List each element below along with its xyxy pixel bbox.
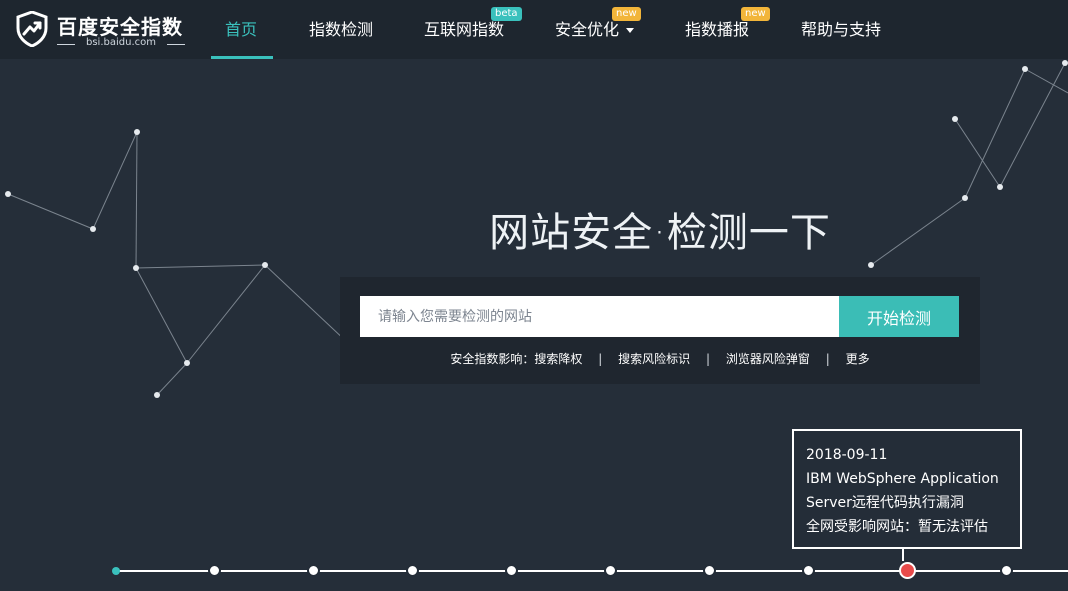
logo-domain-text: bsi.baidu.com — [57, 37, 185, 48]
impact-link-more[interactable]: 更多 — [846, 352, 870, 366]
timeline-dot[interactable] — [505, 564, 518, 577]
beta-badge: beta — [491, 7, 522, 21]
tooltip-impact-value: 暂无法评估 — [918, 519, 988, 535]
nav-active-indicator — [211, 56, 273, 59]
vulnerability-tooltip: 2018-09-11 IBM WebSphere Application Ser… — [792, 429, 1022, 561]
shield-icon — [16, 11, 48, 47]
hero-title: 网站安全·检测一下 — [489, 210, 831, 256]
tooltip-impact-label: 全网受影响网站： — [806, 519, 918, 535]
tooltip-pointer — [902, 547, 904, 561]
tooltip-title-line-2: Server远程代码执行漏洞 — [806, 495, 964, 511]
site-logo[interactable]: 百度安全指数 bsi.baidu.com — [16, 9, 188, 51]
nav-item-index-check[interactable]: 指数检测 — [309, 0, 373, 59]
timeline-track — [116, 570, 1068, 572]
timeline-dot[interactable] — [604, 564, 617, 577]
impact-prefix: 安全指数影响： — [450, 352, 535, 366]
nav-item-home[interactable]: 首页 — [225, 0, 257, 59]
start-check-button[interactable]: 开始检测 — [839, 296, 959, 337]
new-badge: new — [612, 7, 641, 21]
link-separator: | — [598, 352, 603, 366]
page: 百度安全指数 bsi.baidu.com 首页 指数检测 互联网指数 beta … — [0, 0, 1068, 591]
website-search-input[interactable] — [360, 296, 839, 337]
timeline-dot-active[interactable] — [899, 562, 916, 579]
timeline-start-dot — [112, 567, 120, 575]
timeline-dot[interactable] — [307, 564, 320, 577]
logo-brand-text: 百度安全指数 — [57, 15, 183, 39]
chevron-down-icon — [626, 28, 634, 33]
top-navbar: 百度安全指数 bsi.baidu.com 首页 指数检测 互联网指数 beta … — [0, 0, 1068, 59]
impact-link-search-demotion[interactable]: 搜索降权 — [534, 352, 582, 366]
search-panel: 开始检测 安全指数影响：搜索降权 | 搜索风险标识 | 浏览器风险弹窗 | 更多 — [340, 277, 980, 384]
timeline-dot[interactable] — [208, 564, 221, 577]
tooltip-date: 2018-09-11 — [806, 447, 888, 463]
link-separator: | — [705, 352, 711, 366]
nav-item-help-support[interactable]: 帮助与支持 — [801, 0, 881, 59]
impact-link-search-risk-label[interactable]: 搜索风险标识 — [618, 352, 690, 366]
timeline-dot[interactable] — [1000, 564, 1013, 577]
tooltip-title-line-1: IBM WebSphere Application — [806, 471, 999, 487]
timeline-dot[interactable] — [406, 564, 419, 577]
nav-item-security-optimize[interactable]: 安全优化 — [555, 0, 619, 59]
impact-links: 安全指数影响：搜索降权 | 搜索风险标识 | 浏览器风险弹窗 | 更多 — [340, 350, 980, 367]
tooltip-impact: 全网受影响网站：暂无法评估 — [806, 515, 1008, 539]
link-separator: | — [825, 352, 830, 366]
nav-item-index-broadcast[interactable]: 指数播报 — [685, 0, 749, 59]
new-badge: new — [741, 7, 770, 21]
timeline-dot[interactable] — [703, 564, 716, 577]
timeline-dot[interactable] — [802, 564, 815, 577]
impact-link-browser-risk-popup[interactable]: 浏览器风险弹窗 — [726, 352, 810, 366]
